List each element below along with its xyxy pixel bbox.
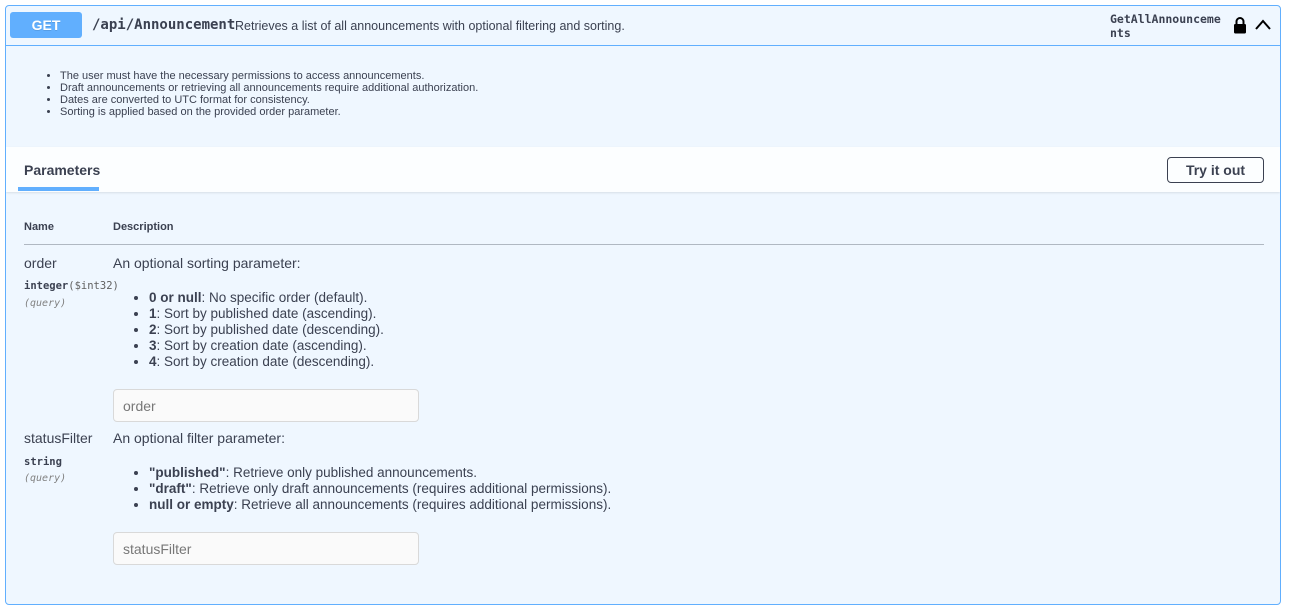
note-item: Draft announcements or retrieving all an… — [60, 82, 1280, 94]
param-name-status-filter: statusFilter — [24, 430, 93, 446]
tab-parameters[interactable]: Parameters — [24, 162, 100, 178]
param-type-order: integer($int32) — [24, 280, 119, 292]
list-item: "published": Retrieve only published ann… — [149, 465, 611, 481]
list-item: 0 or null: No specific order (default). — [149, 290, 384, 306]
list-item: "draft": Retrieve only draft announcemen… — [149, 481, 611, 497]
operation-summary[interactable]: GET /api/Announcement Retrieves a list o… — [6, 6, 1280, 46]
endpoint-path: /api/Announcement — [92, 17, 236, 33]
param-location-order: (query) — [24, 298, 67, 309]
note-item: The user must have the necessary permiss… — [60, 70, 1280, 82]
header-divider — [24, 244, 1264, 245]
parameters-header: Parameters Try it out — [6, 147, 1280, 192]
try-it-out-button[interactable]: Try it out — [1167, 157, 1264, 183]
tab-active-indicator — [18, 187, 99, 191]
list-item: 1: Sort by published date (ascending). — [149, 306, 384, 322]
param-options-status-filter: "published": Retrieve only published ann… — [113, 465, 611, 513]
param-location-status-filter: (query) — [24, 473, 67, 484]
list-item: 3: Sort by creation date (ascending). — [149, 338, 384, 354]
endpoint-summary: Retrieves a list of all announcements wi… — [235, 19, 625, 33]
param-type-status-filter: string — [24, 456, 62, 468]
http-method-badge: GET — [10, 12, 82, 38]
lock-icon[interactable] — [1233, 16, 1247, 34]
param-options-order: 0 or null: No specific order (default). … — [113, 290, 384, 370]
chevron-up-icon[interactable] — [1254, 16, 1272, 34]
list-item: 4: Sort by creation date (descending). — [149, 354, 384, 370]
operation-block: GET /api/Announcement Retrieves a list o… — [5, 5, 1281, 605]
param-name-order: order — [24, 255, 57, 271]
operation-notes: The user must have the necessary permiss… — [6, 46, 1280, 130]
status-filter-input[interactable] — [113, 532, 419, 565]
list-item: 2: Sort by published date (descending). — [149, 322, 384, 338]
column-header-description: Description — [113, 221, 174, 233]
note-item: Dates are converted to UTC format for co… — [60, 94, 1280, 106]
order-input[interactable] — [113, 389, 419, 422]
column-header-name: Name — [24, 221, 54, 233]
param-description-order: An optional sorting parameter: — [113, 255, 301, 271]
note-item: Sorting is applied based on the provided… — [60, 106, 1280, 118]
operation-id: GetAllAnnouncements — [1110, 12, 1221, 40]
param-description-status-filter: An optional filter parameter: — [113, 430, 285, 446]
list-item: null or empty: Retrieve all announcement… — [149, 497, 611, 513]
